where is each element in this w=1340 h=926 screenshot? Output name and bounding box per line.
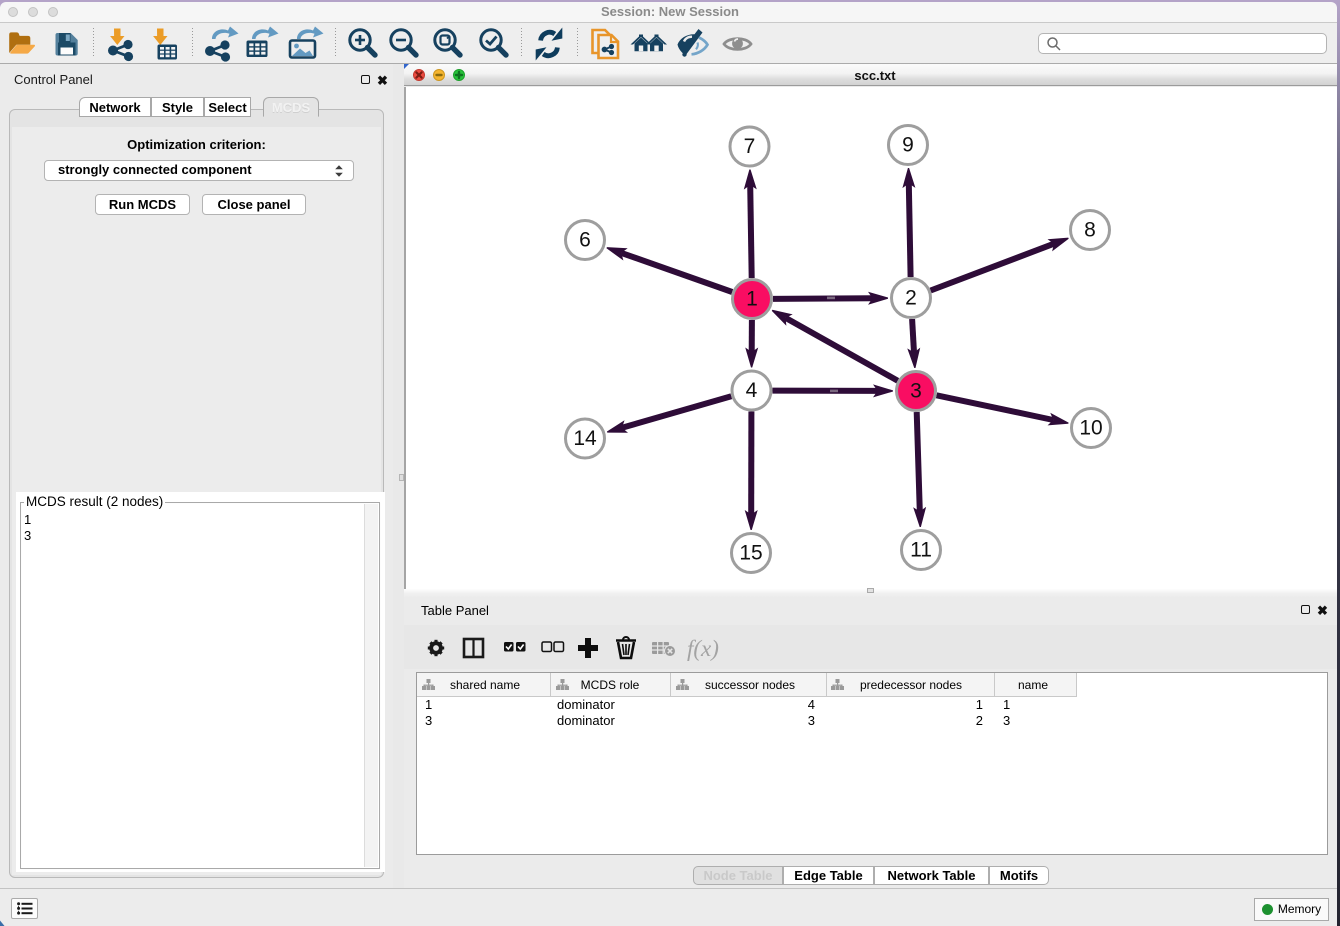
svg-text:2: 2 <box>905 287 917 310</box>
svg-text:4: 4 <box>746 379 758 402</box>
svg-text:14: 14 <box>573 427 597 450</box>
svg-text:10: 10 <box>1079 417 1102 440</box>
svg-text:3: 3 <box>910 380 922 403</box>
svg-text:11: 11 <box>910 539 932 562</box>
svg-text:f(x): f(x) <box>687 636 719 661</box>
svg-text:9: 9 <box>902 134 914 157</box>
svg-text:8: 8 <box>1084 219 1096 242</box>
svg-text:1: 1 <box>746 288 758 311</box>
svg-text:7: 7 <box>744 135 756 158</box>
svg-text:6: 6 <box>579 229 591 252</box>
svg-text:15: 15 <box>739 542 762 565</box>
